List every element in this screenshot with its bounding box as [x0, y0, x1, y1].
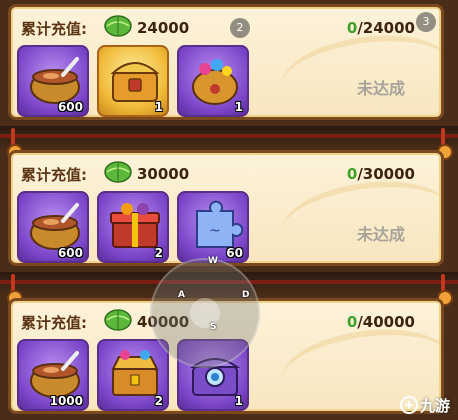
tier-status: 未达成 — [356, 225, 405, 244]
tier-header: 累计充值: 24000 0/24000 — [11, 13, 441, 43]
tier-status: 未达成 — [356, 79, 405, 98]
virtual-joystick[interactable]: A D S W — [150, 256, 260, 368]
soup-pot-icon — [30, 351, 80, 398]
rope-divider — [0, 126, 458, 150]
notification-badge: 3 — [416, 12, 436, 32]
joystick-key-d: D — [242, 290, 250, 300]
reward-item-treasure[interactable]: 1 — [97, 45, 169, 117]
lucky-bag-icon — [192, 59, 238, 105]
watermark: 九游 — [399, 395, 450, 416]
leaf-currency-icon — [104, 15, 132, 37]
reward-item-bag[interactable]: 1 — [177, 45, 249, 117]
rope-line — [0, 134, 458, 138]
tier-label: 累计充值: — [21, 166, 87, 184]
reward-item-puzzle[interactable]: ~ 60 — [177, 191, 249, 263]
jewel-chest-icon — [111, 350, 159, 396]
svg-text:~: ~ — [209, 223, 221, 239]
item-quantity: 1 — [234, 394, 243, 408]
item-quantity: 2 — [154, 394, 163, 408]
item-quantity: 1 — [154, 100, 163, 114]
item-quantity: 60 — [226, 246, 243, 260]
tier-progress: 0/30000 — [346, 165, 415, 183]
reward-item-soup[interactable]: 600 — [17, 45, 89, 117]
item-quantity: 1000 — [49, 394, 83, 408]
treasure-chest-icon — [110, 62, 160, 102]
tier-amount: 24000 — [137, 19, 190, 37]
item-quantity: 1 — [234, 100, 243, 114]
reward-tier-24000: 累计充值: 24000 0/24000 600 1 1 未达成 — [8, 4, 444, 120]
reward-tier-30000: 累计充值: 30000 0/30000 600 2 ~ 60 未达成 — [8, 150, 444, 266]
tier-header: 累计充值: 30000 0/30000 — [11, 159, 441, 189]
gift-chest-icon — [110, 203, 160, 248]
item-quantity: 600 — [57, 246, 83, 260]
joystick-key-s: S — [210, 322, 217, 332]
tier-label: 累计充值: — [21, 20, 87, 38]
joystick-key-w: W — [208, 256, 218, 266]
reward-item-soup[interactable]: 1000 — [17, 339, 89, 411]
joystick-key-a: A — [178, 290, 185, 300]
leaf-currency-icon — [104, 309, 132, 331]
reward-item-soup[interactable]: 600 — [17, 191, 89, 263]
reward-item-gift-chest[interactable]: 2 — [97, 191, 169, 263]
soup-pot-icon — [30, 203, 80, 250]
tier-amount: 30000 — [137, 165, 190, 183]
notification-badge: 2 — [230, 18, 250, 38]
tier-progress: 0/40000 — [346, 313, 415, 331]
puzzle-piece-icon: ~ — [196, 200, 244, 248]
reward-item-jewel-chest[interactable]: 2 — [97, 339, 169, 411]
item-quantity: 600 — [57, 100, 83, 114]
leaf-currency-icon — [104, 161, 132, 183]
tier-label: 累计充值: — [21, 314, 87, 332]
jiuyou-logo-icon — [399, 396, 418, 414]
soup-pot-icon — [30, 57, 80, 104]
tier-progress: 0/24000 — [346, 19, 415, 37]
item-quantity: 2 — [154, 246, 163, 260]
